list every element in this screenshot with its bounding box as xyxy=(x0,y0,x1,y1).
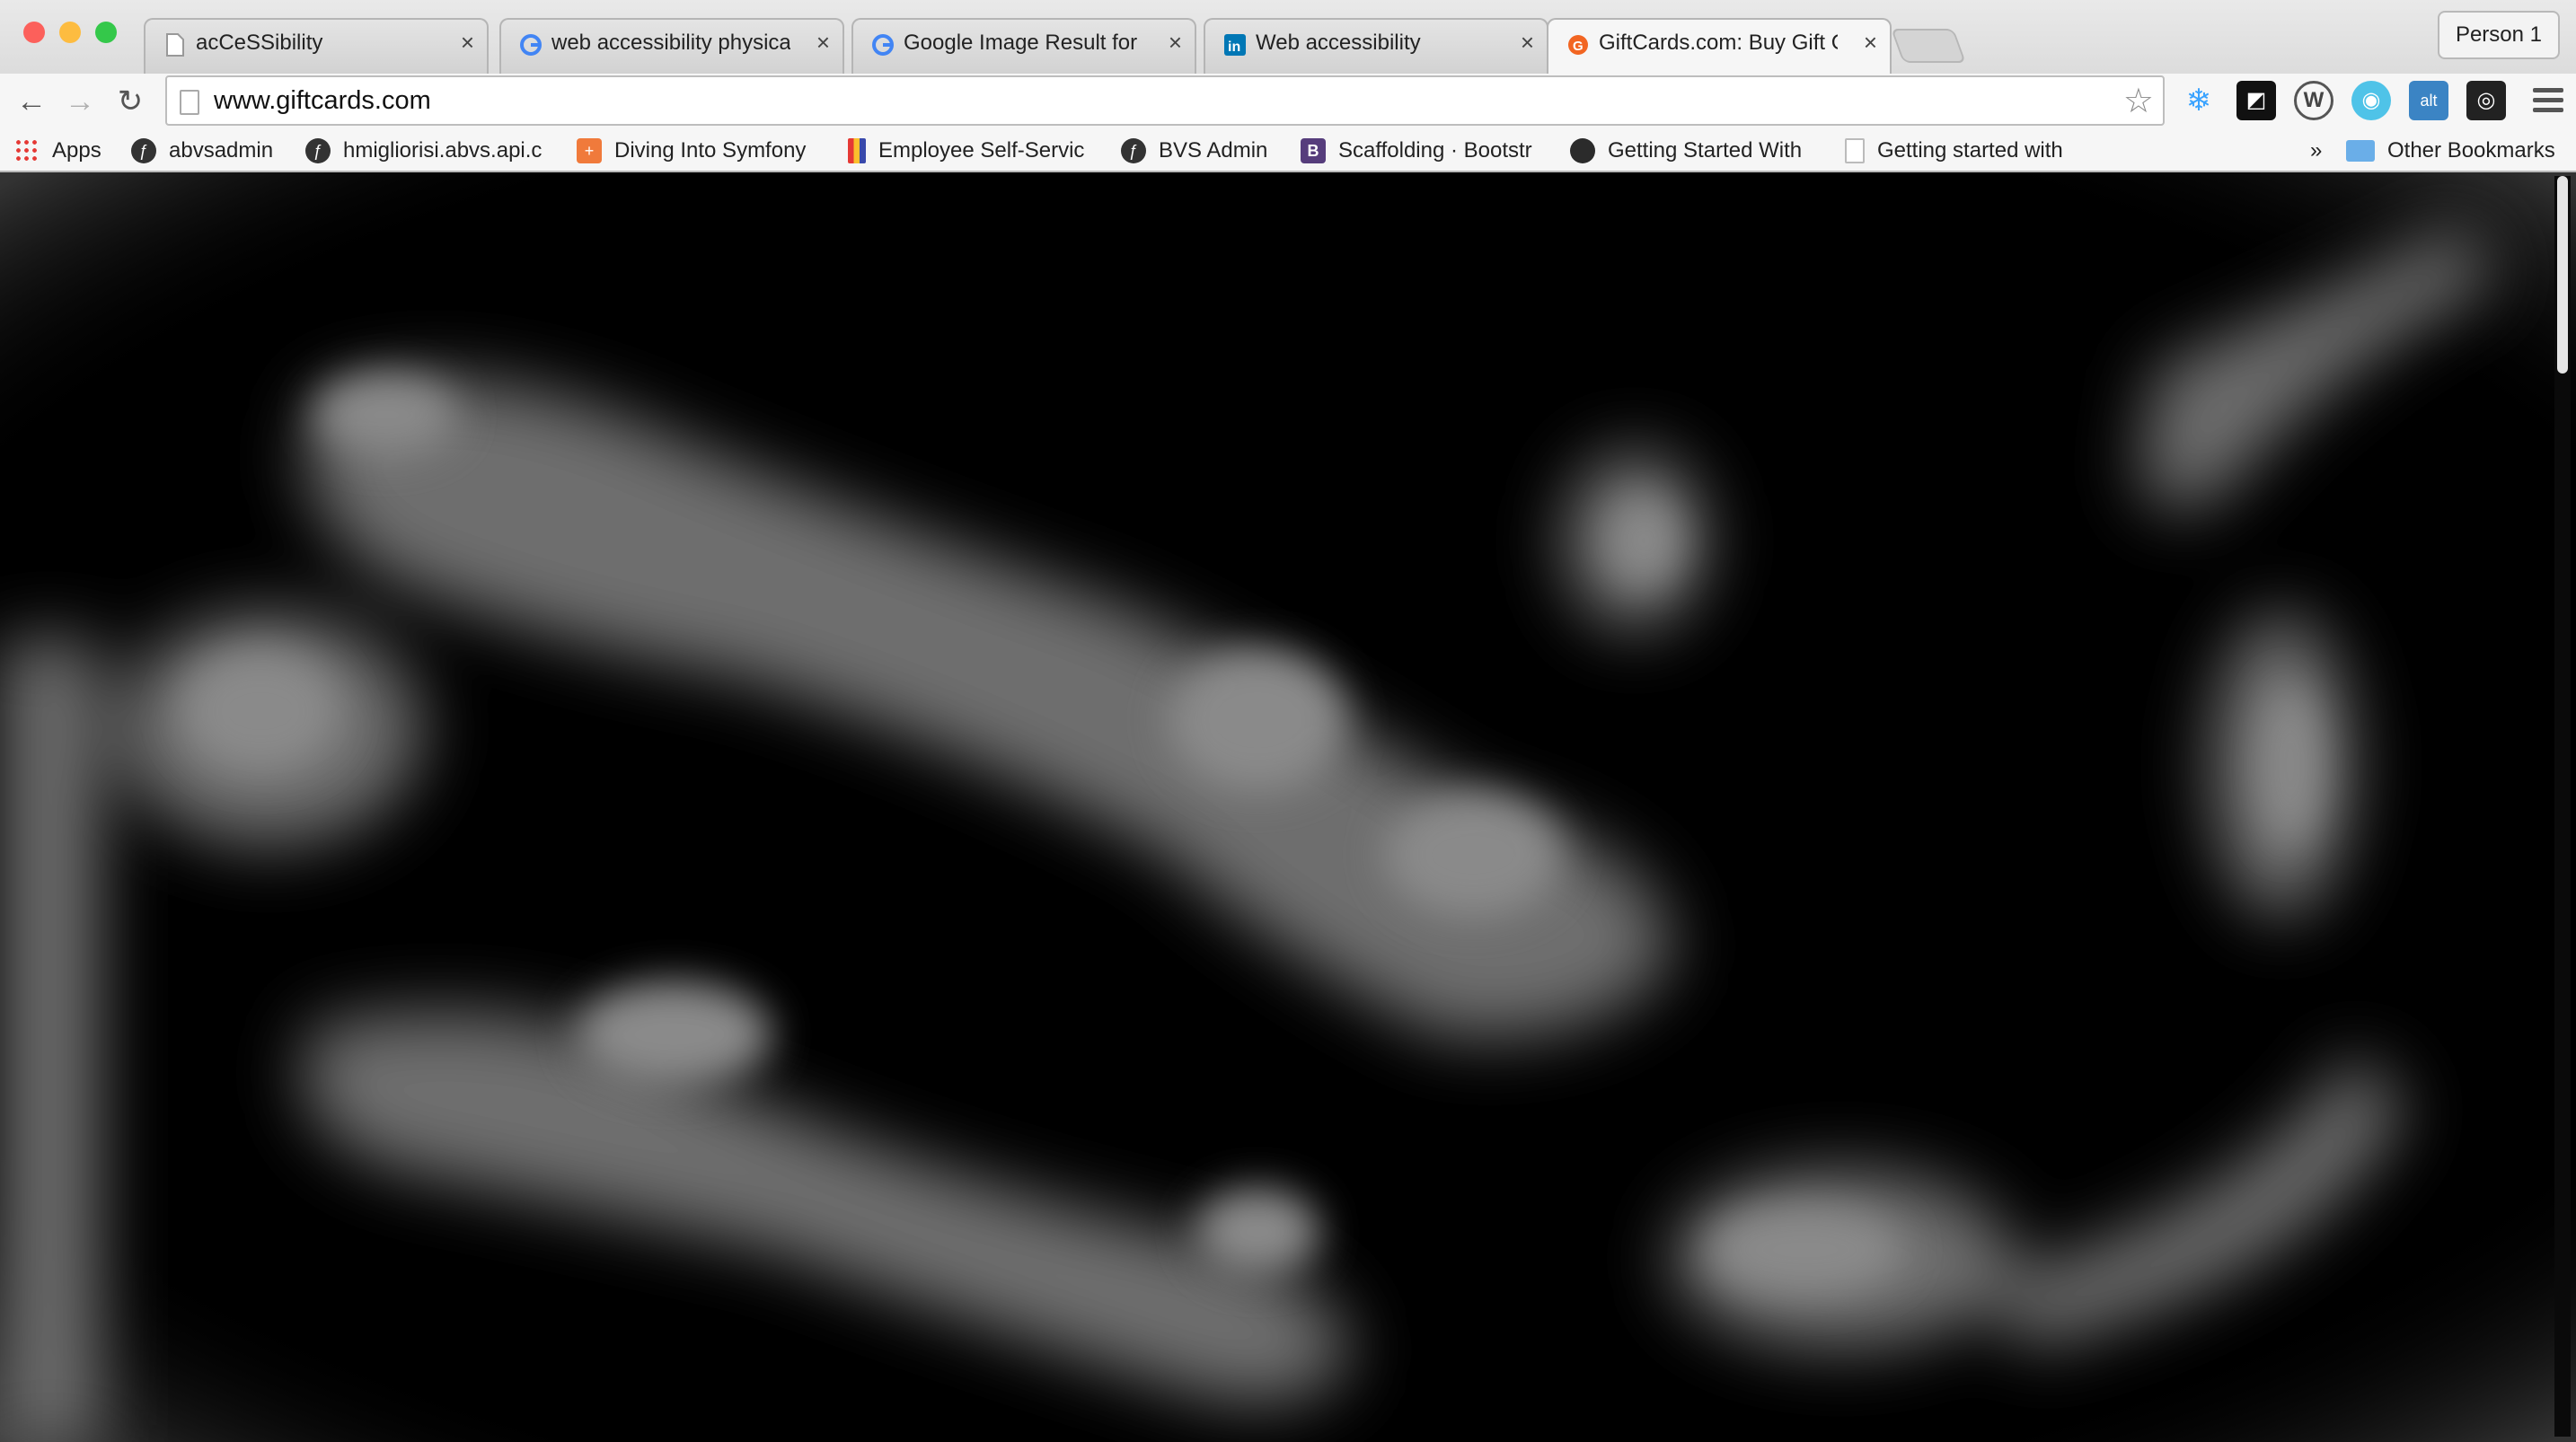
linkedin-icon: in xyxy=(1224,34,1246,56)
bookmark-label: Other Bookmarks xyxy=(2387,138,2555,163)
bootstrap-icon: B xyxy=(1301,138,1326,163)
reload-icon[interactable]: ↻ xyxy=(110,81,151,122)
camera-extension-icon[interactable]: ◎ xyxy=(2466,81,2506,120)
close-icon[interactable]: × xyxy=(1169,29,1182,57)
bookmark-hmigliorisi[interactable]: ƒ hmigliorisi.abvs.api.c xyxy=(305,131,550,171)
minimize-window-button[interactable] xyxy=(59,22,81,43)
bookmark-diving-into-symfony[interactable]: + Diving Into Symfony xyxy=(577,131,816,171)
bookmark-apps[interactable]: Apps xyxy=(14,131,113,171)
other-bookmarks[interactable]: Other Bookmarks xyxy=(2346,131,2572,171)
close-icon[interactable]: × xyxy=(816,29,830,57)
scrollbar-thumb[interactable] xyxy=(2557,176,2568,374)
heatmap-overlay xyxy=(0,172,2576,1442)
close-icon[interactable]: × xyxy=(461,29,474,57)
page-icon xyxy=(180,90,199,115)
snowflake-extension-icon[interactable]: ❄ xyxy=(2179,81,2219,120)
bookmark-label: Employee Self-Servic xyxy=(878,138,1085,163)
page-icon xyxy=(166,33,184,57)
bookmark-label: Getting started with xyxy=(1877,138,2063,163)
vertical-scrollbar[interactable] xyxy=(2554,176,2571,1437)
chart-bars-icon xyxy=(848,138,866,163)
dark-circle-icon xyxy=(1570,138,1595,163)
overflow-chevron-icon: » xyxy=(2310,138,2323,163)
tab-title: acCeSSibility xyxy=(196,31,323,55)
bookmark-label: Getting Started With xyxy=(1608,138,1803,163)
folder-icon xyxy=(2346,140,2375,162)
bookmark-label: BVS Admin xyxy=(1159,138,1268,163)
symfony-icon: ƒ xyxy=(305,138,331,163)
close-icon[interactable]: × xyxy=(1864,29,1877,57)
tab-title: web accessibility physical - G xyxy=(551,31,790,55)
symfony-icon: ƒ xyxy=(1121,138,1146,163)
bookmark-scaffolding-bootstrap[interactable]: B Scaffolding · Bootstr xyxy=(1301,131,1545,171)
back-arrow-icon[interactable]: ← xyxy=(11,81,52,122)
address-bar[interactable]: www.giftcards.com ☆ xyxy=(165,75,2165,126)
bookmark-label: Diving Into Symfony xyxy=(614,138,807,163)
tab-google-image-result[interactable]: Google Image Result for http: × xyxy=(851,18,1196,74)
page-icon xyxy=(1845,138,1865,163)
tab-title: GiftCards.com: Buy Gift Car xyxy=(1599,31,1838,55)
browser-toolbar: ← → ↻ www.giftcards.com ☆ ❄ ◩ W ◉ alt ◎ xyxy=(0,74,2576,131)
svg-text:in: in xyxy=(1228,40,1240,55)
tab-accessibility[interactable]: acCeSSibility × xyxy=(144,18,489,74)
hamburger-menu-icon[interactable] xyxy=(2533,88,2563,118)
bookmark-getting-started-with-2[interactable]: Getting started with xyxy=(1845,131,2089,171)
new-tab-button[interactable] xyxy=(1891,29,1966,63)
bookmarks-overflow-button[interactable]: » xyxy=(2310,131,2335,171)
star-icon[interactable]: ☆ xyxy=(2123,81,2154,121)
bookmark-employee-self-service[interactable]: Employee Self-Servic xyxy=(848,131,1092,171)
giftcards-icon: G xyxy=(1568,35,1588,55)
bookmark-getting-started-with-1[interactable]: Getting Started With xyxy=(1570,131,1814,171)
wordpress-extension-icon[interactable]: W xyxy=(2294,81,2333,120)
square-extension-icon[interactable]: ◩ xyxy=(2236,81,2276,120)
tab-title: Google Image Result for http: xyxy=(904,31,1142,55)
google-icon xyxy=(872,34,894,56)
bookmark-bvs-admin[interactable]: ƒ BVS Admin xyxy=(1121,131,1274,171)
page-content-heatmap xyxy=(0,172,2576,1442)
alt-extension-icon[interactable]: alt xyxy=(2409,81,2448,120)
forward-arrow-icon[interactable]: → xyxy=(59,81,101,122)
bookmark-abvsadmin[interactable]: ƒ abvsadmin xyxy=(131,131,284,171)
bookmark-label: Apps xyxy=(52,138,101,163)
circle-extension-icon[interactable]: ◉ xyxy=(2351,81,2391,120)
bookmark-label: hmigliorisi.abvs.api.c xyxy=(343,138,543,163)
google-icon xyxy=(520,34,542,56)
apps-grid-icon xyxy=(14,138,40,163)
bookmark-label: abvsadmin xyxy=(169,138,274,163)
tab-web-accessibility-physical[interactable]: web accessibility physical - G × xyxy=(499,18,844,74)
tab-strip: acCeSSibility × web accessibility physic… xyxy=(0,0,2576,75)
close-icon[interactable]: × xyxy=(1521,29,1534,57)
tab-web-accessibility[interactable]: in Web accessibility × xyxy=(1204,18,1548,74)
profile-button[interactable]: Person 1 xyxy=(2437,11,2560,59)
zoom-window-button[interactable] xyxy=(95,22,117,43)
url-text[interactable]: www.giftcards.com xyxy=(214,86,431,116)
symfony-icon: ƒ xyxy=(131,138,156,163)
close-window-button[interactable] xyxy=(23,22,45,43)
tab-giftcards[interactable]: G GiftCards.com: Buy Gift Car × xyxy=(1547,18,1892,75)
plus-square-icon: + xyxy=(577,138,602,163)
bookmark-label: Scaffolding · Bootstr xyxy=(1338,138,1532,163)
bookmarks-bar: Apps ƒ abvsadmin ƒ hmigliorisi.abvs.api.… xyxy=(0,131,2576,172)
tab-title: Web accessibility xyxy=(1256,31,1421,55)
svg-text:G: G xyxy=(1573,39,1584,54)
